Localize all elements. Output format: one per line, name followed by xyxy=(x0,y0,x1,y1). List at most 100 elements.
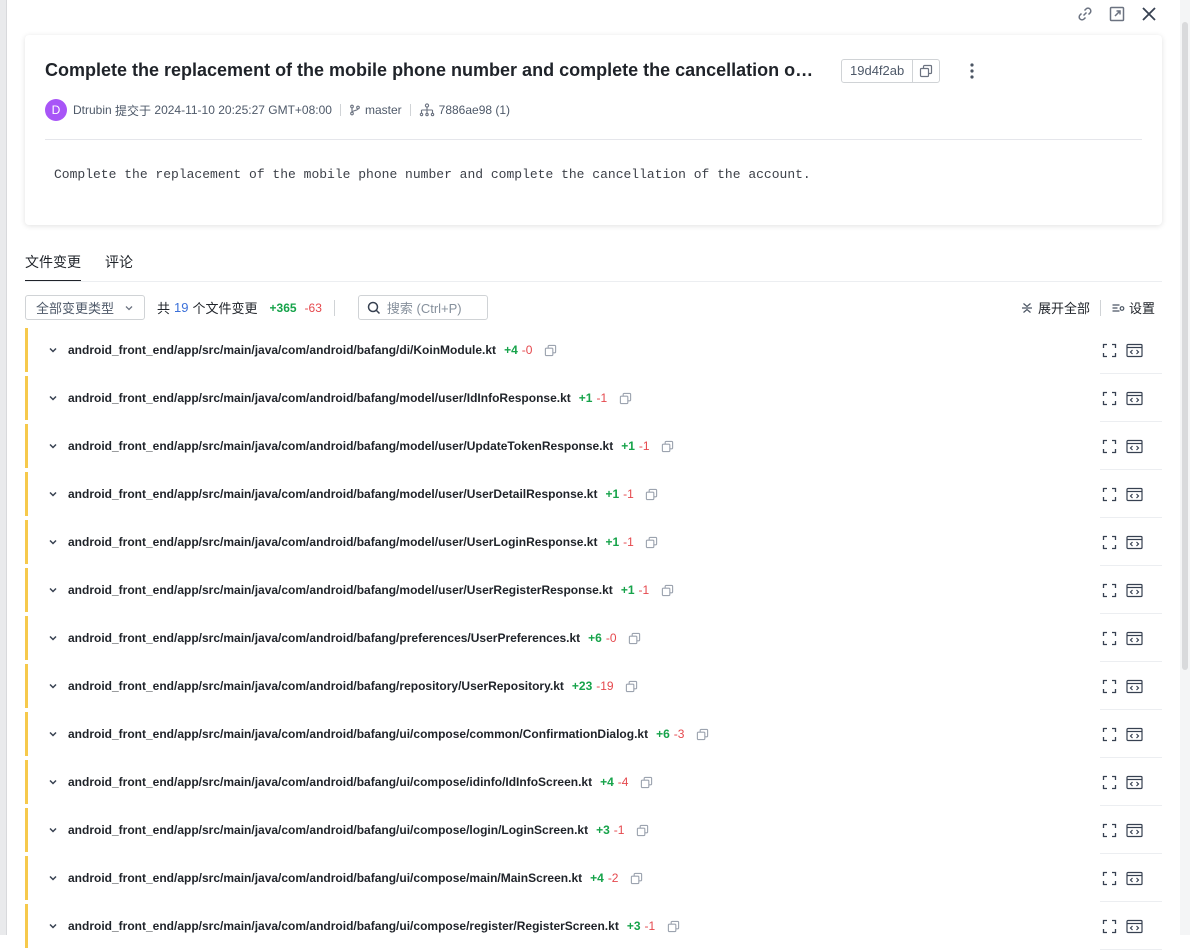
chevron-down-icon[interactable] xyxy=(45,822,61,838)
file-deletions: -1 xyxy=(644,919,656,933)
fullscreen-icon[interactable] xyxy=(1101,726,1118,743)
expand-all-button[interactable]: 展开全部 xyxy=(1020,298,1090,317)
fullscreen-icon[interactable] xyxy=(1101,918,1118,935)
open-external-icon[interactable] xyxy=(1106,3,1128,25)
view-code-icon[interactable] xyxy=(1126,438,1143,455)
fullscreen-icon[interactable] xyxy=(1101,870,1118,887)
change-stripe xyxy=(25,568,28,612)
more-options-icon[interactable] xyxy=(963,59,981,83)
file-path[interactable]: android_front_end/app/src/main/java/com/… xyxy=(68,391,571,405)
tab-comments[interactable]: 评论 xyxy=(105,252,133,282)
copy-path-icon[interactable] xyxy=(634,822,650,838)
fullscreen-icon[interactable] xyxy=(1101,630,1118,647)
branch-info[interactable]: master xyxy=(349,103,402,117)
view-code-icon[interactable] xyxy=(1126,918,1143,935)
file-path[interactable]: android_front_end/app/src/main/java/com/… xyxy=(68,679,564,693)
chevron-down-icon[interactable] xyxy=(45,870,61,886)
copy-path-icon[interactable] xyxy=(627,630,643,646)
fullscreen-icon[interactable] xyxy=(1101,822,1118,839)
file-row[interactable]: android_front_end/app/src/main/java/com/… xyxy=(25,758,1162,806)
file-path[interactable]: android_front_end/app/src/main/java/com/… xyxy=(68,343,496,357)
commit-datetime: 2024-11-10 20:25:27 GMT+08:00 xyxy=(154,103,332,117)
settings-button[interactable]: 设置 xyxy=(1111,298,1155,317)
view-code-icon[interactable] xyxy=(1126,486,1143,503)
file-row[interactable]: android_front_end/app/src/main/java/com/… xyxy=(25,614,1162,662)
commit-hash[interactable]: 19d4f2ab xyxy=(842,60,914,82)
chevron-down-icon[interactable] xyxy=(45,726,61,742)
copy-path-icon[interactable] xyxy=(617,390,633,406)
change-type-select[interactable]: 全部变更类型 xyxy=(25,295,146,320)
file-row[interactable]: android_front_end/app/src/main/java/com/… xyxy=(25,518,1162,566)
file-row[interactable]: android_front_end/app/src/main/java/com/… xyxy=(25,422,1162,470)
copy-path-icon[interactable] xyxy=(628,870,644,886)
chevron-down-icon[interactable] xyxy=(45,342,61,358)
chevron-down-icon[interactable] xyxy=(45,390,61,406)
avatar[interactable]: D xyxy=(45,99,67,121)
author-name[interactable]: Dtrubin xyxy=(73,103,112,117)
file-path[interactable]: android_front_end/app/src/main/java/com/… xyxy=(68,823,588,837)
link-icon[interactable] xyxy=(1074,3,1096,25)
chevron-down-icon[interactable] xyxy=(45,918,61,934)
fullscreen-icon[interactable] xyxy=(1101,390,1118,407)
fullscreen-icon[interactable] xyxy=(1101,774,1118,791)
copy-path-icon[interactable] xyxy=(644,534,660,550)
copy-path-icon[interactable] xyxy=(624,678,640,694)
file-row[interactable]: android_front_end/app/src/main/java/com/… xyxy=(25,854,1162,902)
parent-commit-info[interactable]: 7886ae98 (1) xyxy=(419,103,510,117)
file-path[interactable]: android_front_end/app/src/main/java/com/… xyxy=(68,919,619,933)
copy-path-icon[interactable] xyxy=(694,726,710,742)
file-path[interactable]: android_front_end/app/src/main/java/com/… xyxy=(68,535,597,549)
view-code-icon[interactable] xyxy=(1126,582,1143,599)
fullscreen-icon[interactable] xyxy=(1101,678,1118,695)
chevron-down-icon[interactable] xyxy=(45,774,61,790)
view-code-icon[interactable] xyxy=(1126,342,1143,359)
file-row[interactable]: android_front_end/app/src/main/java/com/… xyxy=(25,662,1162,710)
file-path[interactable]: android_front_end/app/src/main/java/com/… xyxy=(68,871,582,885)
copy-path-icon[interactable] xyxy=(659,582,675,598)
view-code-icon[interactable] xyxy=(1126,726,1143,743)
chevron-down-icon[interactable] xyxy=(45,486,61,502)
copy-hash-icon[interactable] xyxy=(913,60,939,82)
fullscreen-icon[interactable] xyxy=(1101,534,1118,551)
view-code-icon[interactable] xyxy=(1126,870,1143,887)
file-row[interactable]: android_front_end/app/src/main/java/com/… xyxy=(25,710,1162,758)
tab-file-changes[interactable]: 文件变更 xyxy=(25,252,81,282)
view-code-icon[interactable] xyxy=(1126,390,1143,407)
file-path[interactable]: android_front_end/app/src/main/java/com/… xyxy=(68,631,580,645)
fullscreen-icon[interactable] xyxy=(1101,486,1118,503)
file-additions: +23 xyxy=(571,679,593,693)
file-path[interactable]: android_front_end/app/src/main/java/com/… xyxy=(68,727,648,741)
file-row[interactable]: android_front_end/app/src/main/java/com/… xyxy=(25,806,1162,854)
chevron-down-icon[interactable] xyxy=(45,534,61,550)
copy-path-icon[interactable] xyxy=(665,918,681,934)
fullscreen-icon[interactable] xyxy=(1101,342,1118,359)
file-path[interactable]: android_front_end/app/src/main/java/com/… xyxy=(68,439,613,453)
view-code-icon[interactable] xyxy=(1126,822,1143,839)
file-search-input[interactable]: 搜索 (Ctrl+P) xyxy=(357,295,488,320)
view-code-icon[interactable] xyxy=(1126,534,1143,551)
view-code-icon[interactable] xyxy=(1126,630,1143,647)
copy-path-icon[interactable] xyxy=(638,774,654,790)
scrollbar-thumb[interactable] xyxy=(1182,22,1188,670)
file-path[interactable]: android_front_end/app/src/main/java/com/… xyxy=(68,583,613,597)
view-code-icon[interactable] xyxy=(1126,678,1143,695)
close-icon[interactable] xyxy=(1138,3,1160,25)
chevron-down-icon[interactable] xyxy=(45,582,61,598)
copy-path-icon[interactable] xyxy=(660,438,676,454)
fullscreen-icon[interactable] xyxy=(1101,582,1118,599)
file-row[interactable]: android_front_end/app/src/main/java/com/… xyxy=(25,326,1162,374)
view-code-icon[interactable] xyxy=(1126,774,1143,791)
fullscreen-icon[interactable] xyxy=(1101,438,1118,455)
chevron-down-icon[interactable] xyxy=(45,438,61,454)
file-path[interactable]: android_front_end/app/src/main/java/com/… xyxy=(68,487,597,501)
chevron-down-icon[interactable] xyxy=(45,678,61,694)
scrollbar[interactable] xyxy=(1180,0,1190,935)
file-row[interactable]: android_front_end/app/src/main/java/com/… xyxy=(25,566,1162,614)
file-path[interactable]: android_front_end/app/src/main/java/com/… xyxy=(68,775,592,789)
file-row[interactable]: android_front_end/app/src/main/java/com/… xyxy=(25,470,1162,518)
chevron-down-icon[interactable] xyxy=(45,630,61,646)
file-row[interactable]: android_front_end/app/src/main/java/com/… xyxy=(25,374,1162,422)
copy-path-icon[interactable] xyxy=(644,486,660,502)
copy-path-icon[interactable] xyxy=(542,342,558,358)
file-row[interactable]: android_front_end/app/src/main/java/com/… xyxy=(25,902,1162,950)
